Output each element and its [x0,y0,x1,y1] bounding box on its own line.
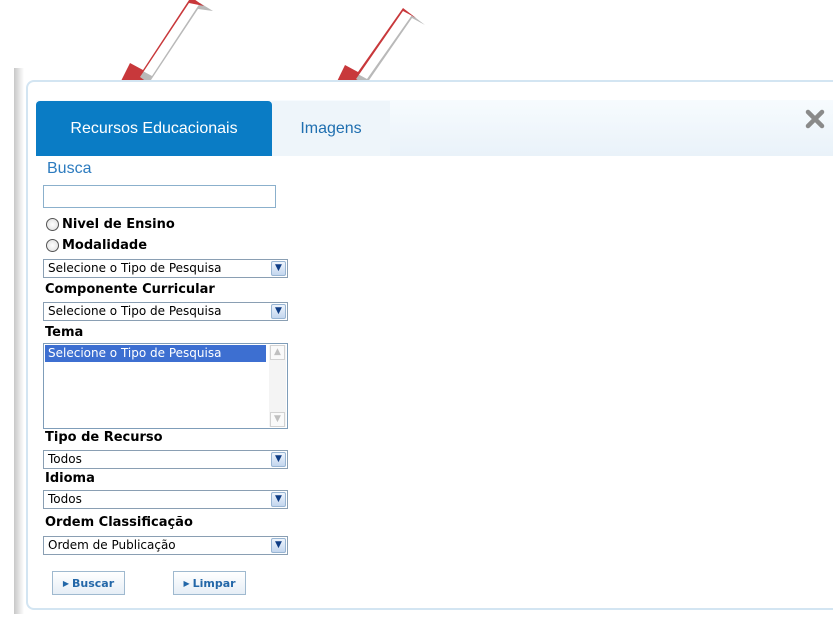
scroll-down-icon[interactable]: ▼ [270,412,285,427]
chevron-down-icon[interactable]: ▼ [271,304,286,319]
button-label: Limpar [192,576,236,590]
tema-listbox[interactable]: Selecione o Tipo de Pesquisa ▲ ▼ [43,343,288,429]
radio-button[interactable] [46,238,59,252]
panel-shadow [14,68,24,614]
ordem-select[interactable]: Ordem de Publicação ▼ [43,536,288,555]
tipo-pesquisa-select[interactable]: Selecione o Tipo de Pesquisa ▼ [43,259,288,278]
radio-label: Modalidade [62,237,148,253]
select-value: Selecione o Tipo de Pesquisa [48,304,222,318]
chevron-down-icon[interactable]: ▼ [271,452,286,467]
tab-imagens[interactable]: Imagens [272,101,390,156]
play-icon: ▶ [183,578,190,588]
ordem-label: Ordem Classificação [45,515,193,530]
tab-recursos-educacionais[interactable]: Recursos Educacionais [36,101,272,156]
search-input[interactable] [43,185,276,208]
tipo-recurso-label: Tipo de Recurso [45,430,163,445]
tema-label: Tema [45,325,84,340]
radio-modalidade[interactable]: Modalidade [46,235,147,255]
select-value: Selecione o Tipo de Pesquisa [48,261,222,275]
button-label: Buscar [72,576,115,590]
scrollbar[interactable]: ▲ ▼ [269,345,286,427]
radio-nivel-ensino[interactable]: Nivel de Ensino [46,214,175,234]
idioma-select[interactable]: Todos ▼ [43,490,288,509]
tipo-recurso-select[interactable]: Todos ▼ [43,450,288,469]
scroll-up-icon[interactable]: ▲ [270,345,285,360]
chevron-down-icon[interactable]: ▼ [271,261,286,276]
play-icon: ▶ [62,578,69,588]
search-label: Busca [47,160,92,177]
select-value: Todos [48,452,82,466]
buscar-button[interactable]: ▶ Buscar [52,571,125,595]
select-value: Todos [48,492,82,506]
idioma-label: Idioma [45,471,95,486]
limpar-button[interactable]: ▶ Limpar [173,571,246,595]
chevron-down-icon[interactable]: ▼ [271,538,286,553]
chevron-down-icon[interactable]: ▼ [271,492,286,507]
list-item[interactable]: Selecione o Tipo de Pesquisa [45,345,266,362]
select-value: Ordem de Publicação [48,538,176,552]
componente-label: Componente Curricular [45,282,215,297]
radio-button[interactable] [46,217,59,231]
componente-select[interactable]: Selecione o Tipo de Pesquisa ▼ [43,302,288,321]
close-x-icon[interactable] [803,107,827,131]
radio-label: Nivel de Ensino [62,216,175,232]
